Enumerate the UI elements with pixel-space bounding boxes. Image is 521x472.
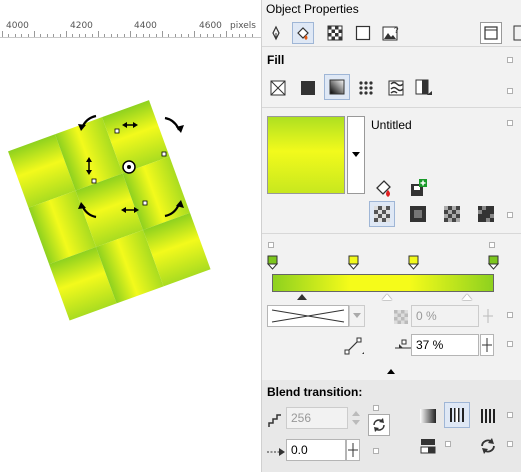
- panel-options-icon[interactable]: [480, 22, 502, 44]
- offset-spinner[interactable]: [346, 439, 360, 461]
- offset-pin[interactable]: [373, 448, 379, 454]
- free-scale-icon[interactable]: [342, 334, 366, 358]
- blend-transition-title: Blend transition:: [267, 385, 363, 399]
- linear-color-blend-icon[interactable]: [416, 404, 440, 428]
- gradient-nodes[interactable]: [262, 252, 521, 276]
- gradient-stop-node[interactable]: [407, 255, 420, 270]
- end-node-marker[interactable]: [489, 242, 495, 248]
- toolbar-divider: [262, 46, 521, 47]
- fill-mode-1-icon[interactable]: [369, 201, 395, 227]
- offset-icon: [264, 440, 288, 464]
- preview-pin[interactable]: [507, 120, 513, 126]
- steps-spinner[interactable]: [349, 407, 363, 429]
- edit-fill-icon[interactable]: [372, 176, 396, 200]
- reverse-blend-pin[interactable]: [445, 441, 451, 447]
- fill-mode-3-icon[interactable]: [440, 202, 464, 226]
- fill-mode-2-icon[interactable]: [406, 202, 430, 226]
- uniform-fill-icon[interactable]: [296, 76, 320, 100]
- direct-color-blend-icon[interactable]: [444, 402, 470, 428]
- section-pin-toggle[interactable]: [507, 57, 513, 63]
- fill-divider: [262, 107, 521, 108]
- blend-offset-field[interactable]: 0.0: [286, 439, 346, 461]
- vector-pattern-fill-icon[interactable]: [354, 76, 378, 100]
- fountain-fill-icon[interactable]: [324, 74, 350, 100]
- midpoint-marker-1[interactable]: [297, 294, 307, 300]
- gradient-stop-node[interactable]: [266, 255, 279, 270]
- midpoint-marker-3[interactable]: [462, 294, 472, 300]
- recalc-steps-icon[interactable]: [368, 414, 390, 436]
- clockwise-color-blend-icon[interactable]: [476, 404, 500, 428]
- smooth-pin[interactable]: [507, 441, 513, 447]
- blend-mode-pin[interactable]: [507, 412, 513, 418]
- gradient-stop-node[interactable]: [347, 255, 360, 270]
- acceleration-spinner[interactable]: [480, 334, 494, 356]
- fill-section-title: Fill: [267, 53, 285, 67]
- blend-steps-field[interactable]: 256: [286, 407, 348, 429]
- opacity-icon: [389, 305, 413, 329]
- bitmap-pattern-fill-icon[interactable]: [384, 76, 408, 100]
- no-fill-icon[interactable]: [266, 76, 290, 100]
- gradient-stop-node[interactable]: [487, 255, 500, 270]
- mode-pin[interactable]: [507, 212, 513, 218]
- frame-icon[interactable]: [352, 22, 374, 44]
- woven-gradient-object[interactable]: [0, 0, 261, 472]
- mode-divider: [262, 233, 521, 234]
- gradient-color-bar[interactable]: [272, 274, 494, 292]
- start-node-marker[interactable]: [268, 242, 274, 248]
- postscript-fill-icon[interactable]: [412, 76, 436, 100]
- gradient-preview-swatch[interactable]: [267, 116, 345, 194]
- node-color-dropdown[interactable]: [349, 305, 365, 327]
- acceleration-field[interactable]: 37 %: [411, 334, 479, 356]
- save-fill-icon[interactable]: [406, 176, 430, 200]
- fill-mode-4-icon[interactable]: [474, 202, 498, 226]
- opacity-pin[interactable]: [507, 312, 513, 318]
- steps-lock-toggle[interactable]: [373, 405, 379, 411]
- panel-overflow-icon[interactable]: [508, 22, 521, 44]
- fill-picker-dropdown[interactable]: [347, 116, 365, 194]
- transparency-icon[interactable]: [324, 22, 346, 44]
- midpoint-marker-2[interactable]: [382, 294, 392, 300]
- fill-bucket-icon[interactable]: [292, 22, 314, 44]
- node-opacity-field[interactable]: 0 %: [411, 305, 479, 327]
- svg-text:?: ?: [394, 26, 399, 35]
- reverse-blend-icon[interactable]: [416, 434, 440, 458]
- drawing-canvas[interactable]: 4000 4200 4400 4600 pixels: [0, 0, 261, 472]
- node-color-picker[interactable]: [267, 305, 349, 327]
- smooth-transition-icon[interactable]: [476, 434, 500, 458]
- fill-name-label: Untitled: [371, 118, 412, 132]
- steps-icon: [264, 408, 288, 432]
- outline-pen-icon[interactable]: [265, 22, 287, 44]
- collapse-arrow-icon[interactable]: [387, 369, 395, 374]
- image-properties-icon[interactable]: ?: [380, 22, 402, 44]
- opacity-spinner[interactable]: [481, 305, 495, 327]
- panel-title: Object Properties: [266, 2, 359, 16]
- fill-type-pin[interactable]: [507, 88, 513, 94]
- acceleration-pin[interactable]: [507, 341, 513, 347]
